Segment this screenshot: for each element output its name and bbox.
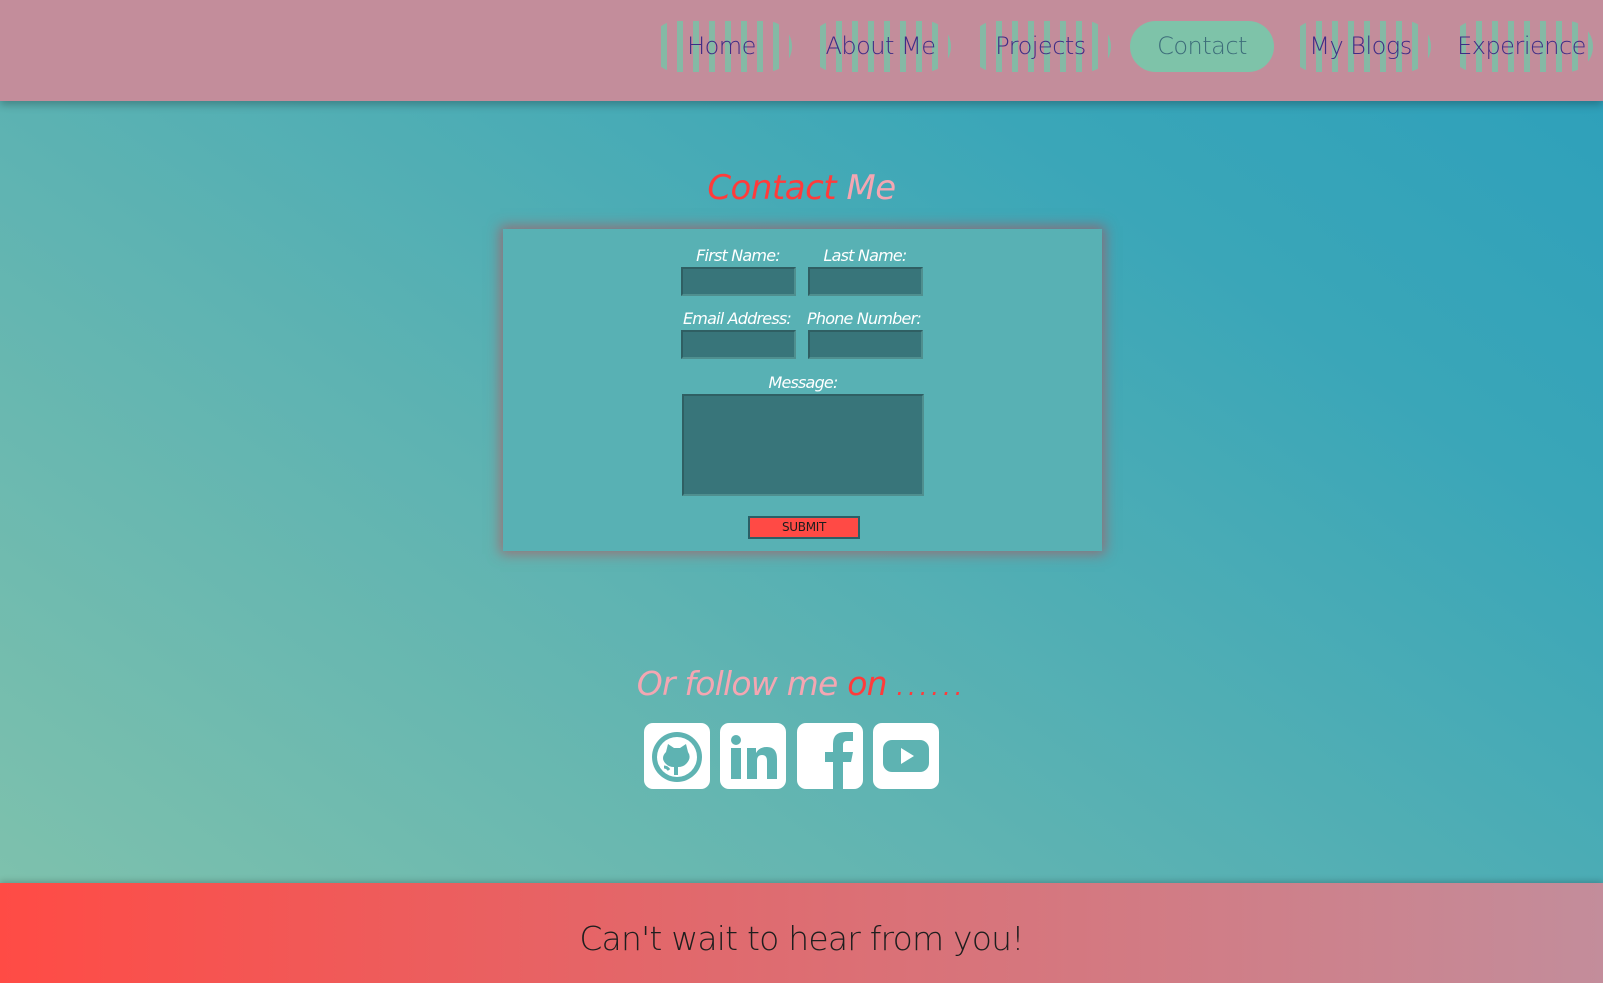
follow-text-2: on bbox=[847, 664, 887, 703]
github-link[interactable] bbox=[644, 723, 710, 789]
nav-item-projects[interactable]: Projects bbox=[970, 21, 1111, 72]
nav-item-label: Projects bbox=[995, 32, 1086, 60]
nav-item-contact[interactable]: Contact bbox=[1130, 21, 1274, 72]
facebook-link[interactable] bbox=[797, 723, 863, 789]
facebook-icon bbox=[825, 732, 853, 789]
nav-item-home[interactable]: Home bbox=[651, 21, 792, 72]
nav-item-experience[interactable]: Experience bbox=[1450, 21, 1593, 72]
nav-item-label: Home bbox=[687, 32, 756, 60]
last-name-field[interactable] bbox=[808, 267, 923, 296]
message-textarea[interactable] bbox=[682, 394, 924, 496]
message-label: Message: bbox=[768, 373, 838, 392]
footer-text: Can't wait to hear from you! bbox=[579, 919, 1024, 958]
phone-label: Phone Number: bbox=[807, 309, 922, 328]
nav-item-label: Contact bbox=[1157, 32, 1247, 60]
site-footer: Can't wait to hear from you! bbox=[0, 883, 1603, 983]
github-icon bbox=[652, 732, 702, 782]
linkedin-link[interactable] bbox=[720, 723, 786, 789]
youtube-link[interactable] bbox=[873, 723, 939, 789]
contact-title: Contact Me bbox=[0, 168, 1603, 208]
last-name-label: Last Name: bbox=[823, 246, 907, 265]
site-header: Home About Me Projects Contact My Blogs … bbox=[0, 0, 1603, 101]
first-name-label: First Name: bbox=[696, 246, 781, 265]
youtube-icon bbox=[883, 740, 929, 772]
contact-title-word1: Contact bbox=[707, 168, 837, 208]
contact-title-word2: Me bbox=[846, 168, 896, 208]
first-name-field[interactable] bbox=[681, 267, 796, 296]
main-nav: Home About Me Projects Contact My Blogs … bbox=[0, 21, 1603, 72]
follow-text-3: ...... bbox=[896, 673, 967, 701]
linkedin-icon bbox=[731, 735, 777, 779]
nav-item-label: My Blogs bbox=[1309, 32, 1412, 60]
submit-button[interactable]: SUBMIT bbox=[748, 516, 860, 539]
follow-heading: Or follow me on ...... bbox=[0, 664, 1603, 703]
nav-item-label: Experience bbox=[1457, 32, 1586, 60]
contact-form: First Name: Last Name: Email Address: Ph… bbox=[503, 229, 1102, 551]
follow-text-1: Or follow me bbox=[636, 664, 839, 703]
nav-item-label: About Me bbox=[825, 32, 936, 60]
nav-item-about-me[interactable]: About Me bbox=[810, 21, 951, 72]
email-field[interactable] bbox=[681, 330, 796, 359]
nav-item-my-blogs[interactable]: My Blogs bbox=[1290, 21, 1431, 72]
phone-field[interactable] bbox=[808, 330, 923, 359]
email-label: Email Address: bbox=[682, 309, 792, 328]
